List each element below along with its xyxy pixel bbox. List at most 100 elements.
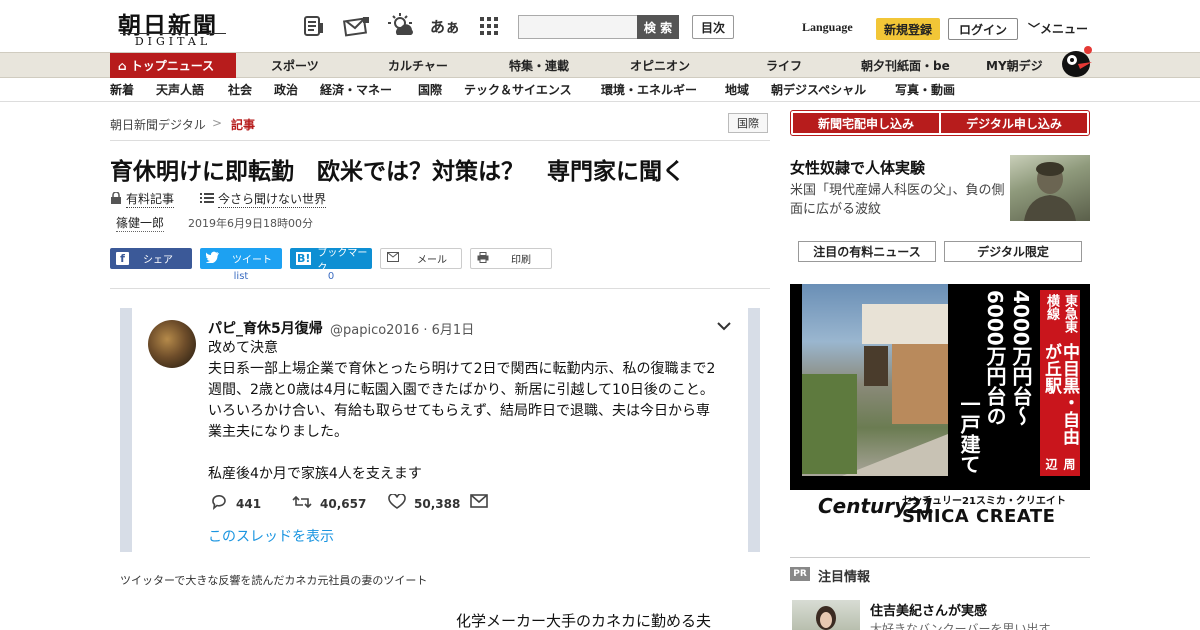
search-input[interactable] [518, 15, 638, 39]
category-tag[interactable]: 国際 [728, 113, 768, 133]
nav-features[interactable]: 特集・連載 [509, 53, 569, 79]
tweet-screenshot: パピ_育休5月復帰 @papico2016 · 6月1日 改めて決意 夫日系一部… [120, 308, 760, 552]
list-icon [200, 192, 214, 207]
secondary-nav: 新着 天声人語 社会 政治 経済・マネー 国際 テック＆サイエンス 環境・エネル… [0, 78, 1200, 102]
tweet-line [208, 443, 738, 464]
divider [110, 140, 770, 141]
paper-icon[interactable] [301, 14, 327, 38]
series-link[interactable]: 今さら聞けない世界 [200, 190, 327, 208]
tweet-line: 私産後4か月で家族4人を支えます [208, 466, 422, 482]
nav-paper[interactable]: 朝夕刊紙面・be [861, 53, 950, 79]
printer-icon [477, 251, 489, 266]
nav2-photo[interactable]: 写真・動画 [895, 78, 955, 102]
weather-icon[interactable] [386, 13, 416, 38]
login-button[interactable]: ログイン [948, 18, 1018, 40]
featured-article-desc[interactable]: 米国「現代産婦人科医の父」、負の側面に広がる波紋 [790, 181, 1005, 219]
dm-icon [470, 494, 488, 508]
breadcrumb-separator: > [212, 116, 223, 130]
nav2-tech[interactable]: テック＆サイエンス [464, 78, 572, 102]
pr-item-title[interactable]: 住吉美紀さんが実感 [870, 600, 987, 619]
register-button[interactable]: 新規登録 [876, 18, 940, 40]
ad-price-2: 6000万円台の [983, 290, 1007, 426]
envelope-icon [387, 252, 399, 265]
nav2-international[interactable]: 国際 [418, 78, 442, 102]
language-link[interactable]: Language [802, 20, 853, 35]
facebook-share-button[interactable]: f シェア [110, 248, 192, 269]
nav2-region[interactable]: 地域 [725, 78, 749, 102]
avatar [148, 320, 196, 368]
mail-share-button[interactable]: メール [380, 248, 462, 269]
mail-icon[interactable] [342, 14, 372, 38]
menu-label: メニュー [1040, 22, 1089, 36]
nav-top-news[interactable]: ⌂ トップニュース [110, 53, 236, 79]
retweet-icon [292, 494, 312, 513]
paid-badge[interactable]: 有料記事 [110, 190, 175, 208]
divider [790, 557, 1090, 558]
mascot-icon[interactable] [1058, 42, 1094, 78]
nav2-new[interactable]: 新着 [110, 78, 134, 102]
font-size-icon[interactable]: あぁ [430, 14, 460, 38]
featured-article-title[interactable]: 女性奴隷で人体実験 [790, 157, 925, 178]
nav2-economy[interactable]: 経済・マネー [320, 78, 392, 102]
nav-opinion[interactable]: オピニオン [630, 53, 690, 79]
tweet-line: 週間、2歳と0歳は4月に転園入園できたばかり、新居に引越して10日後のこと。 [208, 382, 714, 398]
nav2-society[interactable]: 社会 [228, 78, 252, 102]
nav-my-asahi[interactable]: MY朝デジ [986, 53, 1043, 79]
toc-button[interactable]: 目次 [692, 15, 734, 39]
search-button[interactable]: 検 索 [637, 15, 679, 39]
tweet-text: 改めて決意 夫日系一部上場企業で育休とったら明けて2日で関西に転勤内示、私の復職… [208, 338, 738, 485]
pr-item-subtitle[interactable]: 大好きなバンクーバーを思い出す [870, 620, 1050, 630]
real-estate-ad[interactable]: 東急東横線 中目黒・自由が丘駅 周辺 4000万円台～ 6000万円台の 一戸建て … [790, 284, 1090, 534]
featured-article-image[interactable] [1010, 155, 1090, 221]
like-stat: 50,388 [388, 493, 461, 513]
hatena-count[interactable]: 0 [290, 271, 372, 282]
nav2-politics[interactable]: 政治 [274, 78, 298, 102]
nav2-tenseijingo[interactable]: 天声人語 [156, 78, 204, 102]
ad-brand-big: SMICA CREATE [902, 506, 1056, 527]
hatena-bookmark-button[interactable]: B! ブックマーク [290, 248, 372, 274]
site-logo-sub[interactable]: DIGITAL [120, 33, 226, 48]
tweet-line: 業主夫になりました。 [208, 424, 348, 440]
reply-count: 441 [236, 496, 262, 511]
subscribe-digital-button[interactable]: デジタル申し込み [941, 113, 1087, 133]
reply-icon [210, 494, 228, 513]
ad-brand-small: センチュリー21スミカ・クリエイト [902, 496, 1066, 507]
author-link[interactable]: 篠健一郎 [116, 214, 165, 232]
hatena-label: ブックマーク [317, 247, 368, 274]
nav-life[interactable]: ライフ [766, 53, 802, 79]
ad-line-tag: 東急東横線 中目黒・自由が丘駅 周辺 [1040, 290, 1080, 476]
subscribe-print-button[interactable]: 新聞宅配申し込み [793, 113, 939, 133]
show-thread-link: このスレッドを表示 [208, 529, 334, 545]
nav2-special[interactable]: 朝デジスペシャル [771, 78, 866, 102]
paid-label: 有料記事 [126, 192, 175, 208]
tab-paid-news[interactable]: 注目の有料ニュース [798, 241, 936, 262]
ad-price-1: 4000万円台～ [1009, 290, 1033, 426]
series-label: 今さら聞けない世界 [218, 192, 327, 208]
tab-digital-only[interactable]: デジタル限定 [944, 241, 1082, 262]
nav-culture[interactable]: カルチャー [388, 53, 448, 79]
like-count: 50,388 [414, 496, 461, 511]
pr-heading: 注目情報 [818, 570, 871, 585]
pr-badge: PR [790, 567, 810, 581]
nav-sports[interactable]: スポーツ [271, 53, 319, 79]
facebook-share-label: シェア [143, 255, 173, 266]
ad-station: 中目黒・自由が丘駅 [1041, 342, 1079, 445]
menu-button[interactable]: ﹀メニュー [1028, 20, 1088, 37]
breadcrumb-current: 記事 [231, 118, 256, 132]
nav2-environment[interactable]: 環境・エネルギー [601, 78, 697, 102]
breadcrumb-home[interactable]: 朝日新聞デジタル [110, 116, 206, 133]
nav-label: トップニュース [130, 59, 215, 73]
pr-item-image[interactable] [792, 600, 860, 630]
grid-menu-icon[interactable] [476, 14, 502, 38]
twitter-share-button[interactable]: ツイート [200, 248, 282, 269]
home-icon: ⌂ [118, 59, 131, 73]
ad-line: 東急東横線 [1044, 294, 1077, 333]
tweet-handle: @papico2016 · 6月1日 [330, 323, 475, 338]
primary-nav: ⌂ トップニュース スポーツ カルチャー 特集・連載 オピニオン ライフ 朝夕刊… [0, 52, 1200, 79]
print-button[interactable]: 印刷 [470, 248, 552, 269]
tweet-line: 夫日系一部上場企業で育休とったら明けて2日で関西に転勤内示、私の復職まで2 [208, 361, 716, 377]
mail-share-label: メール [417, 255, 447, 266]
twitter-count[interactable]: list [200, 271, 282, 282]
facebook-icon: f [116, 252, 129, 265]
tweet-author-name: パピ_育休5月復帰 [208, 321, 323, 337]
